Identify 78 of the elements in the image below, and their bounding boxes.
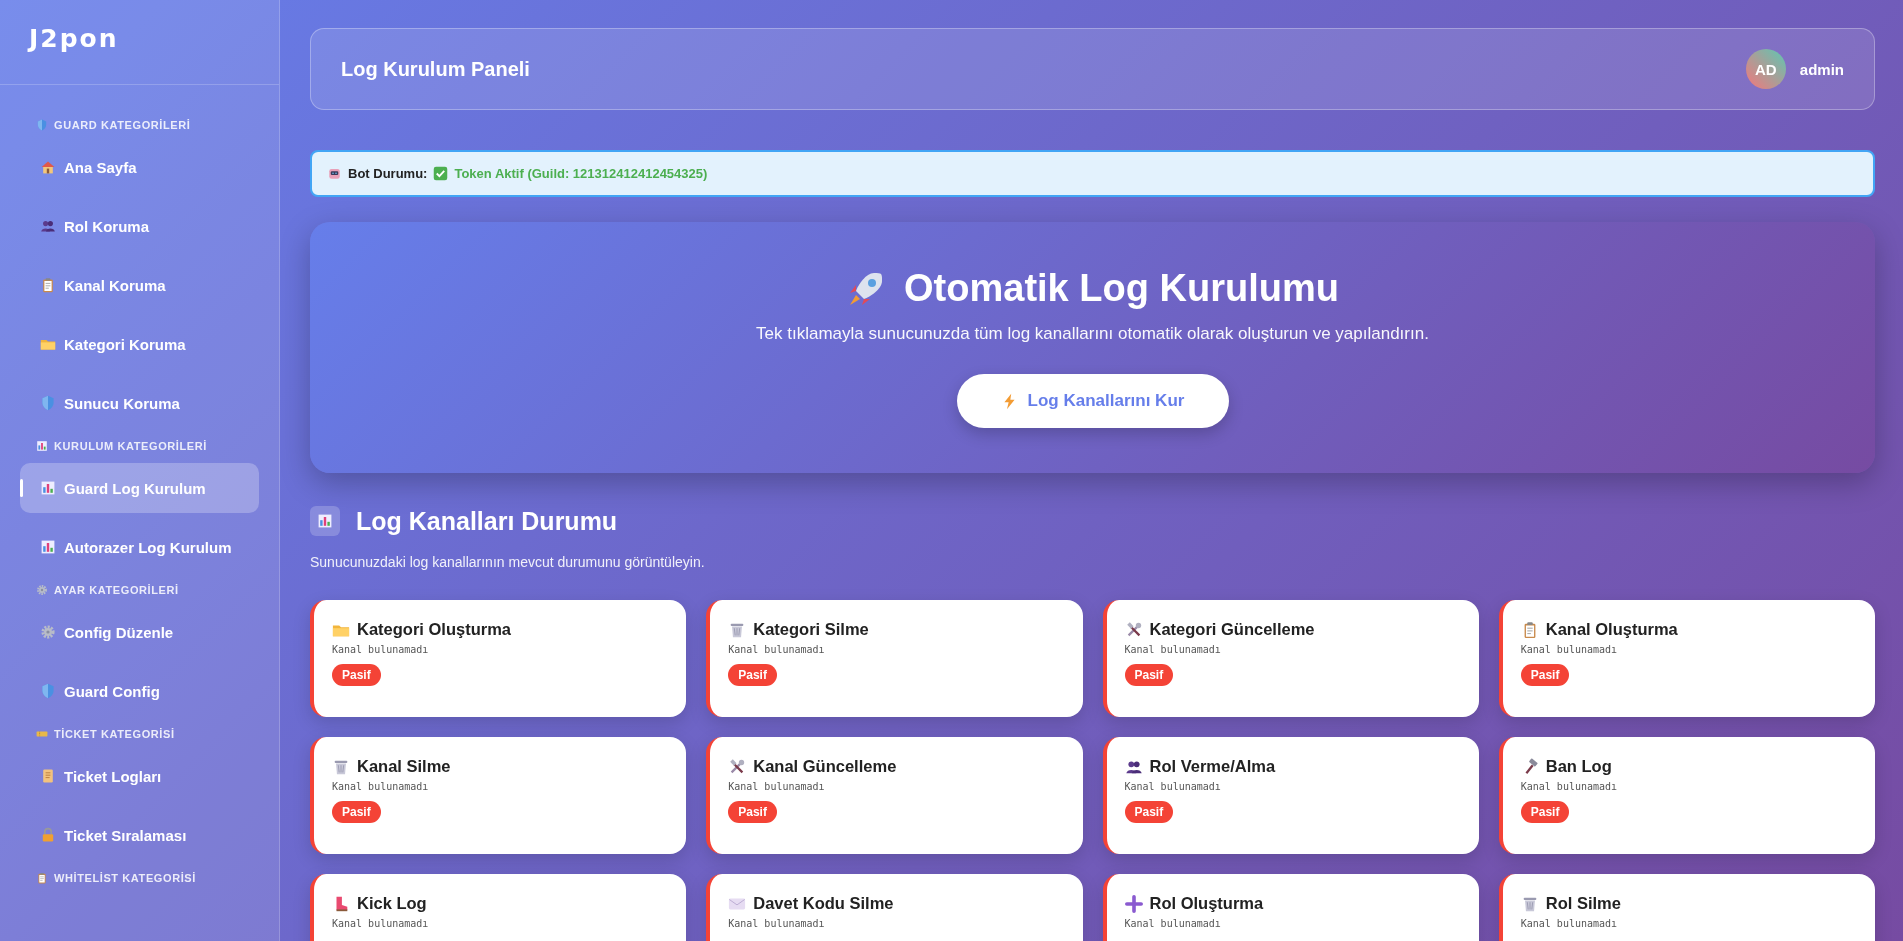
channel-name: Kanal bulunamadı	[1520, 644, 1619, 655]
gear-icon	[36, 584, 48, 596]
checkmark-icon	[433, 166, 449, 181]
plus-icon	[1124, 894, 1143, 913]
lock-icon	[40, 827, 56, 843]
nav-item[interactable]: Sunucu Koruma	[20, 378, 259, 428]
shield-icon	[36, 119, 48, 131]
channel-name: Kanal bulunamadı	[728, 918, 826, 929]
card-title: Kanal Silme	[357, 757, 451, 776]
card-title: Kategori Güncelleme	[1149, 620, 1315, 639]
status-badge: Pasif	[332, 801, 381, 823]
hero-subtitle: Tek tıklamayla sunucunuzda tüm log kanallarını otomatik olarak oluşturun ve yapılandırın.	[756, 324, 1429, 344]
status-value: Token Aktif (Guild: 121312412412454325)	[454, 166, 708, 181]
bar-chart-icon	[40, 539, 56, 555]
channel-name: Kanal bulunamadı	[332, 918, 430, 929]
section-heading: KURULUM KATEGORİLERİ	[54, 440, 207, 452]
status-badge: Pasif	[1124, 801, 1174, 823]
gear-icon	[40, 624, 56, 640]
clipboard-icon	[36, 872, 48, 884]
status-badge: Pasif	[1520, 664, 1570, 686]
username: admin	[1799, 60, 1844, 78]
nav-item[interactable]: Config Düzenle	[20, 607, 259, 657]
avatar[interactable]: AD	[1745, 49, 1786, 89]
nav-item[interactable]: Ticket Sıralaması	[20, 810, 259, 860]
hero-title: Otomatik Log Kurulumu	[904, 267, 1339, 310]
channel-name: Kanal bulunamadı	[1124, 781, 1222, 792]
status-badge: Pasif	[1520, 801, 1570, 823]
nav-item[interactable]: Ana Sayfa	[20, 142, 259, 192]
people-icon	[40, 218, 56, 234]
robot-icon	[327, 166, 342, 181]
channel-name: Kanal bulunamadı	[332, 644, 430, 655]
logo: J2pon	[0, 0, 279, 85]
card-title: Rol Verme/Alma	[1149, 757, 1276, 776]
setup-button[interactable]: Log Kanallarını Kur	[956, 374, 1229, 428]
shield-icon	[40, 395, 56, 411]
card-title: Kategori Oluşturma	[357, 620, 512, 639]
section-title: Log Kanalları Durumu	[356, 506, 618, 536]
section-heading: WHİTELİST KATEGORİSİ	[54, 872, 196, 884]
tools-icon	[728, 757, 747, 776]
card-title: Kanal Oluşturma	[1545, 620, 1678, 639]
channel-name: Kanal bulunamadı	[728, 781, 826, 792]
nav-item[interactable]: Autorazer Log Kurulum	[20, 522, 259, 572]
shield-icon	[40, 683, 56, 699]
section-heading: TİCKET KATEGORİSİ	[54, 728, 175, 740]
channel-name: Kanal bulunamadı	[728, 644, 826, 655]
scroll-icon	[40, 768, 56, 784]
nav-item[interactable]: Kategori Koruma	[20, 319, 259, 369]
card-title: Rol Silme	[1545, 894, 1621, 913]
card-title: Ban Log	[1545, 757, 1612, 776]
nav-item[interactable]: Kanal Koruma	[20, 260, 259, 310]
bar-chart-icon	[317, 513, 333, 529]
house-icon	[40, 159, 56, 175]
card-title: Kick Log	[357, 894, 427, 913]
section-subtitle: Sunucunuzdaki log kanallarının mevcut durumunu görüntüleyin.	[310, 554, 706, 570]
channel-name: Kanal bulunamadı	[1124, 918, 1222, 929]
card-title: Davet Kodu Silme	[753, 894, 894, 913]
card-title: Kategori Silme	[753, 620, 869, 639]
page-title: Log Kurulum Paneli	[341, 57, 530, 81]
bar-chart-icon	[36, 440, 48, 452]
nav-item[interactable]: Rol Koruma	[20, 201, 259, 251]
status-badge: Pasif	[728, 664, 777, 686]
section-heading: GUARD KATEGORİLERİ	[54, 119, 191, 131]
nav-item[interactable]: Guard Config	[20, 666, 259, 716]
status-badge: Pasif	[332, 664, 381, 686]
channel-name: Kanal bulunamadı	[332, 781, 430, 792]
clipboard-icon	[40, 277, 56, 293]
status-label: Bot Durumu:	[348, 166, 428, 181]
nav-item[interactable]: Guard Log Kurulum	[20, 463, 259, 513]
section-heading: AYAR KATEGORİLERİ	[54, 584, 179, 596]
channel-name: Kanal bulunamadı	[1124, 644, 1222, 655]
channel-name: Kanal bulunamadı	[1520, 781, 1619, 792]
bar-chart-icon	[40, 480, 56, 496]
status-badge: Pasif	[728, 801, 777, 823]
channel-name: Kanal bulunamadı	[1520, 918, 1619, 929]
nav-item[interactable]: Ticket Logları	[20, 751, 259, 801]
card-title: Kanal Güncelleme	[753, 757, 897, 776]
status-badge: Pasif	[1124, 664, 1174, 686]
card-title: Rol Oluşturma	[1149, 894, 1264, 913]
